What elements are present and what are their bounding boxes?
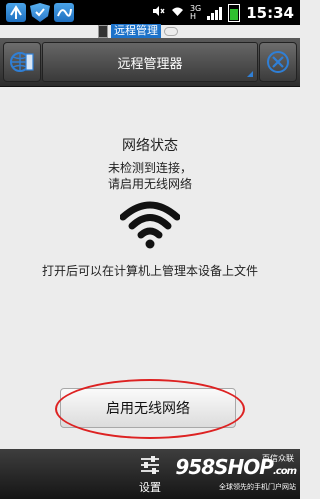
status-left-icons [6,3,74,22]
app-header: 远程管理器 [0,38,300,87]
dropdown-caret-icon [247,71,253,77]
globe-book-button[interactable] [3,42,41,82]
battery-icon [228,3,241,22]
app-icon [54,3,74,22]
network-status-title: 网络状态 [122,138,178,154]
settings-button[interactable]: 设置 [124,453,176,497]
enable-wifi-button[interactable]: 启用无线网络 [60,388,236,428]
close-circle-icon [267,51,289,73]
watermark: 百信众联 958SHOP.com 全球领先的手机门户网站 [175,454,297,491]
settings-sliders-icon [141,456,159,474]
close-button[interactable] [259,42,297,82]
bottom-bar: 设置 百信众联 958SHOP.com 全球领先的手机门户网站 [0,449,300,499]
phone-icon [98,24,108,38]
status-bar: 3G H 15:34 [0,0,300,25]
wifi-icon [120,201,180,249]
description-text: 打开后可以在计算机上管理本设备上文件 [41,264,258,278]
page-title[interactable]: 远程管理器 [42,42,258,82]
network-type: 3G H [189,3,202,21]
wifi-small-icon [171,3,184,22]
clock: 15:34 [246,3,294,22]
globe-book-icon [10,52,34,72]
cloud-icon [164,26,178,36]
network-status-message: 未检测到连接， 请启用无线网络 [107,161,192,191]
status-right: 3G H 15:34 [151,3,294,22]
shield-icon [30,3,50,22]
main-content: 网络状态 未检测到连接， 请启用无线网络 打开后可以在计算机上管理本设备上文件 … [0,87,300,449]
usb-icon [6,3,26,22]
signal-icon [207,6,223,20]
mute-icon [151,3,165,22]
notification-label: 远程管理 [98,24,178,38]
